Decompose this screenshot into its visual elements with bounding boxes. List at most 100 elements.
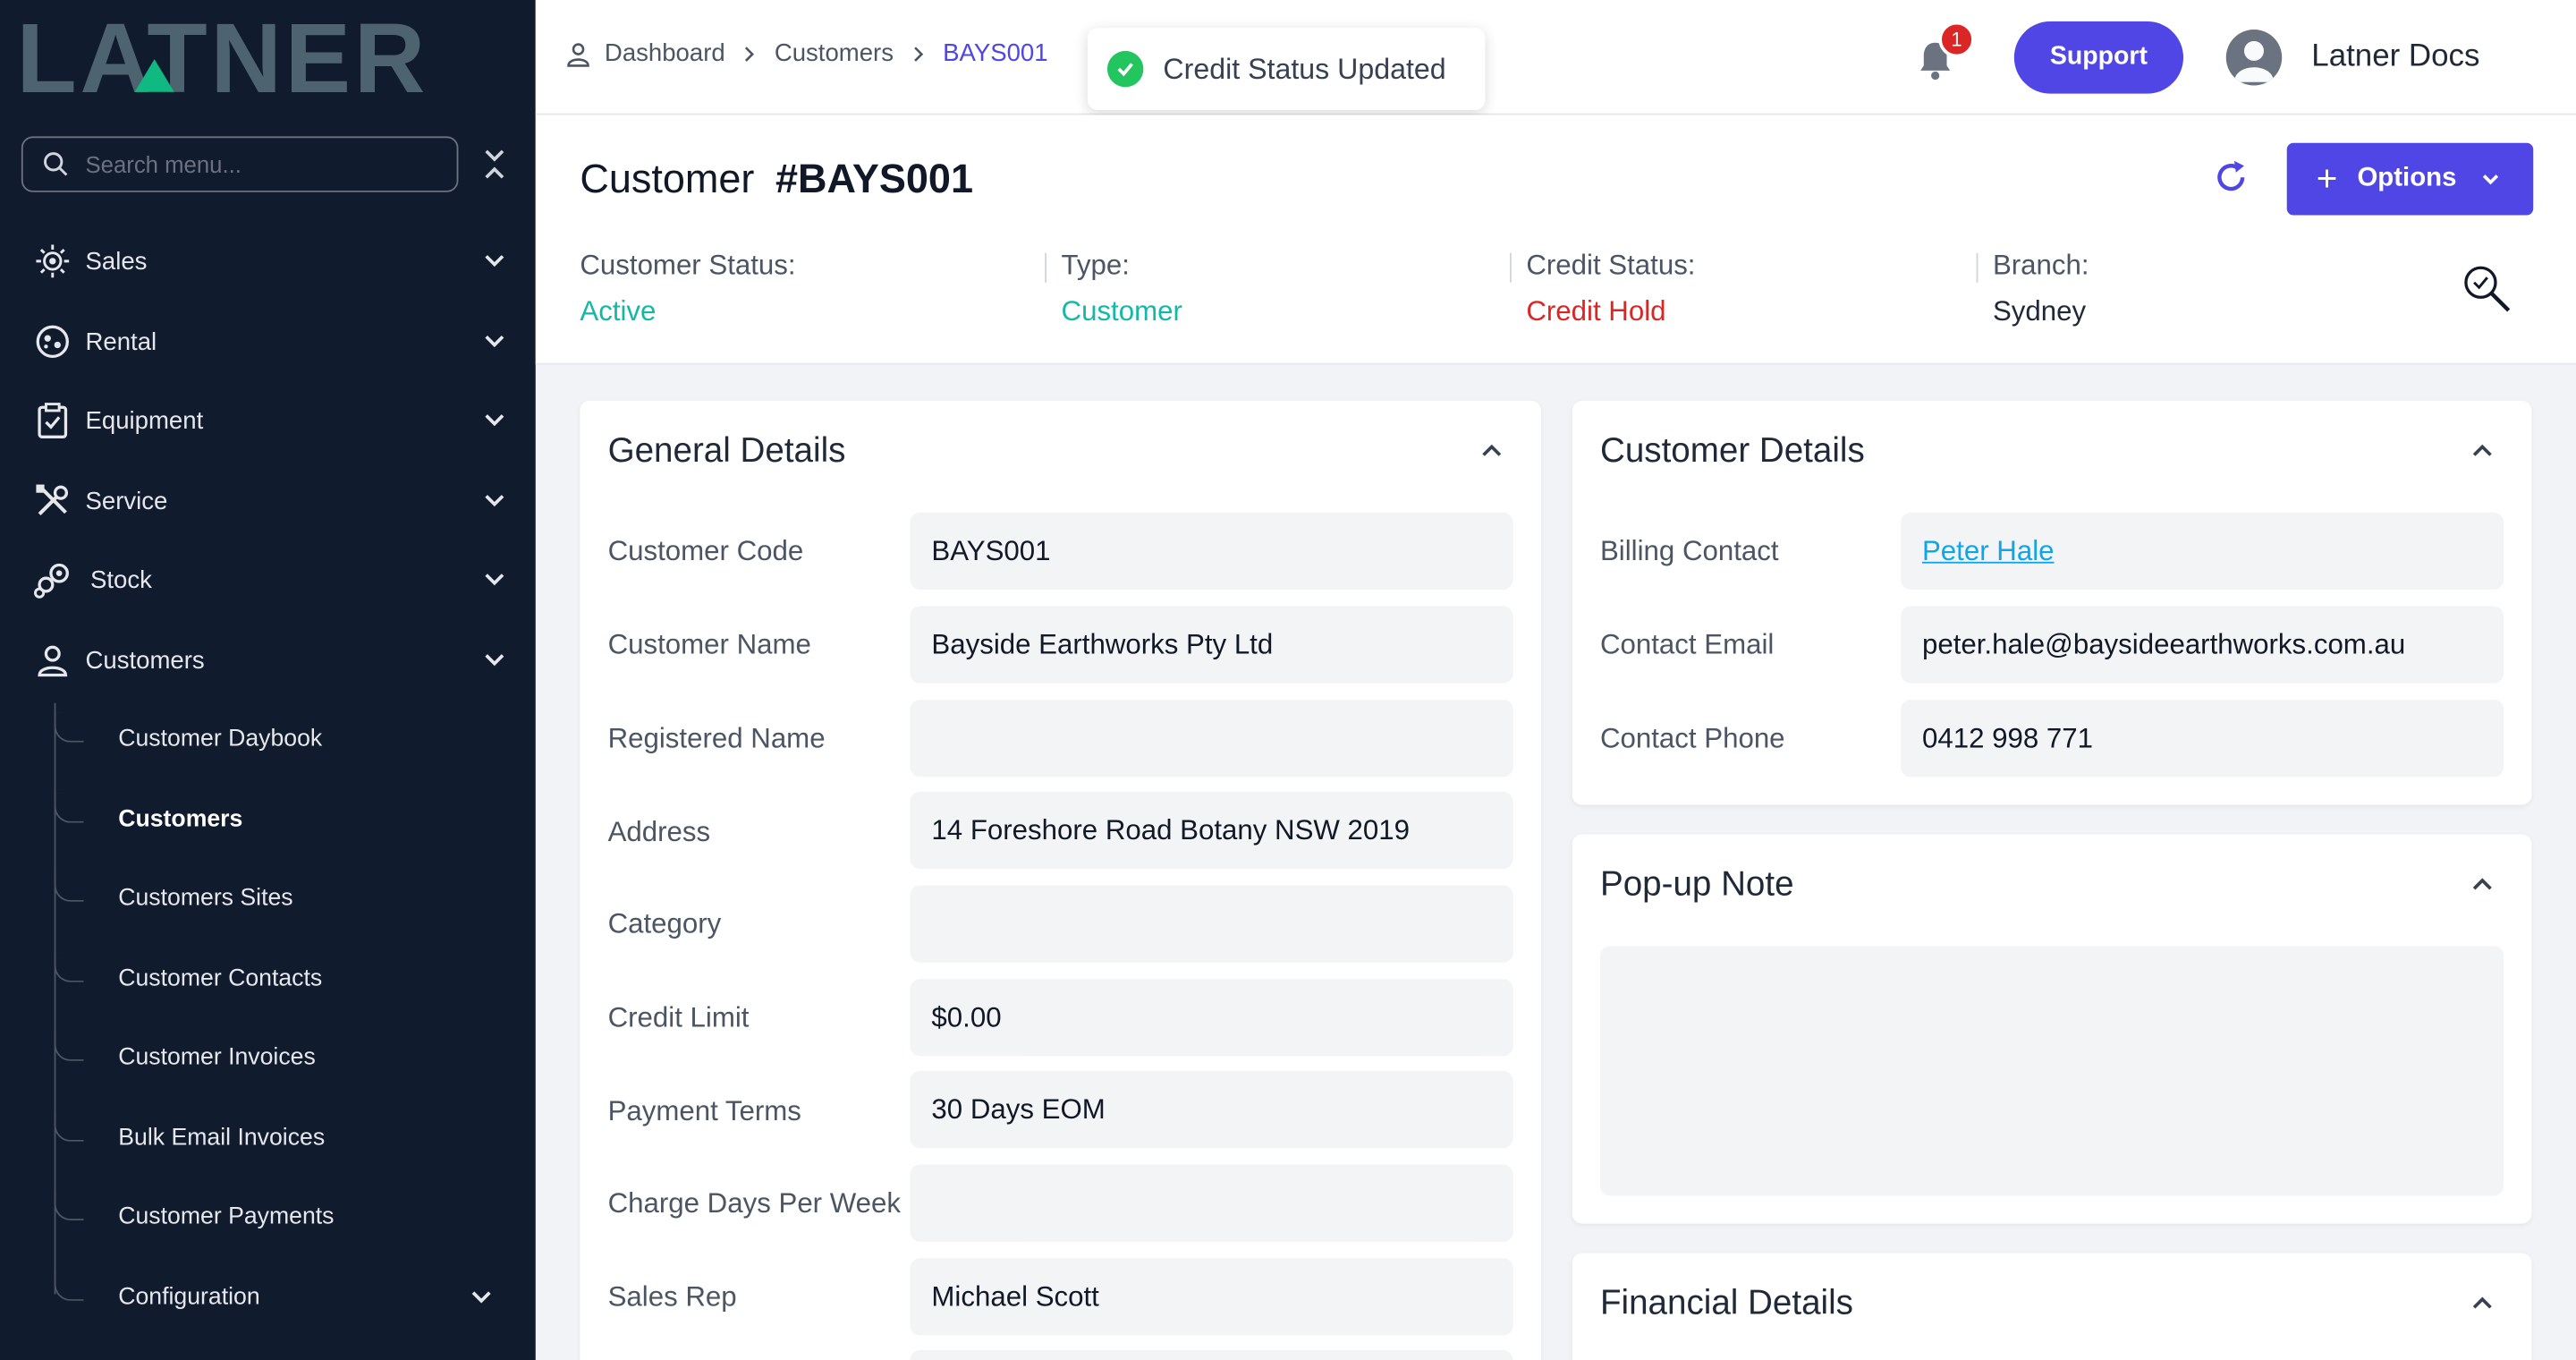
tools-icon <box>36 484 69 516</box>
stat-key: Credit Status: <box>1526 250 1696 281</box>
charge-days-field[interactable] <box>910 1164 1513 1242</box>
stat-value: Customer <box>1061 295 1182 327</box>
magnifier-icon[interactable] <box>2461 263 2513 316</box>
chevron-down-icon <box>2483 174 2499 185</box>
options-label: Options <box>2357 164 2457 192</box>
chevron-down-icon <box>485 495 504 507</box>
sidebar-item-label: Equipment <box>85 406 204 435</box>
chevron-down-icon <box>485 336 504 348</box>
chevron-up-icon[interactable] <box>2470 437 2496 463</box>
breadcrumb-customers[interactable]: Customers <box>775 39 894 67</box>
sidebar-item-service[interactable]: Service <box>0 468 536 533</box>
title-prefix: Customer <box>580 157 755 202</box>
svg-text:LATNER: LATNER <box>16 16 428 101</box>
success-toast: Credit Status Updated <box>1087 28 1486 110</box>
customer-code-field[interactable]: BAYS001 <box>910 512 1513 591</box>
sidebar-subitem-customer-contacts[interactable]: Customer Contacts <box>0 946 536 1011</box>
user-icon <box>567 42 589 66</box>
chevron-down-icon <box>485 654 504 667</box>
sidebar-subitem-label: Customers Sites <box>118 885 293 912</box>
registered-name-field[interactable] <box>910 700 1513 778</box>
field-label: Charge Days Per Week <box>607 1187 902 1220</box>
sidebar-item-label: Sales <box>85 247 148 276</box>
sidebar-subitem-label: Customer Daybook <box>118 726 323 752</box>
sidebar-item-stock[interactable]: Stock <box>0 547 536 612</box>
financial-details-card: Financial Details <box>1572 1253 2532 1360</box>
sidebar-subitem-customer-payments[interactable]: Customer Payments <box>0 1185 536 1250</box>
field-label: Billing Contact <box>1599 535 1779 567</box>
sidebar-subitem-customers[interactable]: Customers <box>0 786 536 852</box>
sidebar-item-customers[interactable]: Customers <box>0 627 536 693</box>
sidebar-search <box>21 136 459 192</box>
stat-branch: Branch: Sydney <box>1993 250 2089 328</box>
stat-type: Type: Customer <box>1062 250 1182 328</box>
customer-name-field[interactable]: Bayside Earthworks Pty Ltd <box>910 606 1513 684</box>
stat-key: Branch: <box>1992 250 2089 281</box>
field-label: Address <box>607 816 711 848</box>
sidebar-item-label: Service <box>85 487 168 515</box>
stat-divider <box>1045 252 1046 283</box>
sidebar-item-equipment[interactable]: Equipment <box>0 387 536 453</box>
contact-phone-field[interactable]: 0412 998 771 <box>1901 700 2504 778</box>
sidebar-subitem-bulk-email-invoices[interactable]: Bulk Email Invoices <box>0 1105 536 1170</box>
sidebar-subitem-customer-invoices[interactable]: Customer Invoices <box>0 1025 536 1091</box>
stat-customer-status: Customer Status: Active <box>580 250 795 328</box>
address-field[interactable]: 14 Foreshore Road Botany NSW 2019 <box>910 791 1513 870</box>
field-label: Payment Terms <box>607 1095 801 1127</box>
card-title: Financial Details <box>1599 1284 1853 1322</box>
sidebar-subitem-customer-daybook[interactable]: Customer Daybook <box>0 706 536 771</box>
chevron-up-icon[interactable] <box>2470 1289 2496 1315</box>
sidebar-subitem-label: Customer Contacts <box>118 965 323 992</box>
sidebar-subitem-label: Customer Invoices <box>118 1044 316 1071</box>
chevron-down-icon <box>485 255 504 268</box>
sidebar-subitem-label: Bulk Email Invoices <box>118 1125 326 1152</box>
options-button[interactable]: + Options <box>2286 142 2534 216</box>
contact-email-field[interactable]: peter.hale@baysideearthworks.com.au <box>1901 606 2504 684</box>
stat-value: Sydney <box>1992 295 2087 327</box>
category-field[interactable] <box>910 885 1513 963</box>
avatar[interactable] <box>2225 30 2283 86</box>
check-circle-icon <box>1106 50 1144 88</box>
general-details-card: General Details Customer Code BAYS001 Cu… <box>580 400 1541 1360</box>
page-title: Customer #BAYS001 <box>580 157 973 203</box>
sidebar-subitem-configuration[interactable]: Configuration <box>0 1265 536 1330</box>
field-label: Customer Name <box>607 629 811 660</box>
field-label: Registered Name <box>607 722 826 754</box>
sidebar-item-rental[interactable]: Rental <box>0 309 536 374</box>
field-label: Sales Rep <box>607 1280 737 1313</box>
sidebar-subitem-customers-sites[interactable]: Customers Sites <box>0 865 536 931</box>
stat-key: Type: <box>1061 250 1130 281</box>
sidebar-item-label: Stock <box>90 565 152 594</box>
sales-rep-field[interactable]: Michael Scott <box>910 1258 1513 1336</box>
card-title: General Details <box>607 431 846 471</box>
toast-message: Credit Status Updated <box>1163 51 1446 85</box>
sidebar-item-label: Rental <box>85 327 157 356</box>
top-bar: Dashboard Customers BAYS001 Credit Statu… <box>535 0 2576 115</box>
next-field[interactable] <box>910 1349 1513 1360</box>
stat-value: Active <box>580 295 657 327</box>
clipboard-check-icon <box>38 403 68 438</box>
sidebar-subitem-label: Customers <box>118 806 243 833</box>
billing-contact-link[interactable]: Peter Hale <box>1922 535 2055 568</box>
support-button[interactable]: Support <box>2013 21 2184 94</box>
user-name[interactable]: Latner Docs <box>2311 39 2479 75</box>
collapse-sidebar-icon[interactable] <box>477 145 513 184</box>
payment-terms-field[interactable]: 30 Days EOM <box>910 1070 1513 1149</box>
breadcrumb-dashboard[interactable]: Dashboard <box>605 39 725 67</box>
breadcrumb: Dashboard Customers BAYS001 <box>565 39 1048 67</box>
stat-divider <box>1509 252 1512 283</box>
chevron-up-icon[interactable] <box>1479 437 1504 463</box>
field-label: Category <box>607 908 722 940</box>
user-icon <box>38 645 68 677</box>
stat-value: Credit Hold <box>1526 295 1666 327</box>
search-menu-input[interactable] <box>85 150 414 178</box>
latner-logo[interactable]: LATNER <box>16 16 503 101</box>
field-label: Contact Phone <box>1599 722 1785 754</box>
popup-note-textarea[interactable] <box>1599 946 2504 1196</box>
plus-icon: + <box>2316 157 2338 200</box>
chevron-up-icon[interactable] <box>2470 871 2496 897</box>
search-icon <box>44 152 68 176</box>
refresh-icon[interactable] <box>2211 157 2250 197</box>
credit-limit-field[interactable]: $0.00 <box>910 979 1513 1057</box>
sidebar-item-sales[interactable]: Sales <box>0 228 536 293</box>
